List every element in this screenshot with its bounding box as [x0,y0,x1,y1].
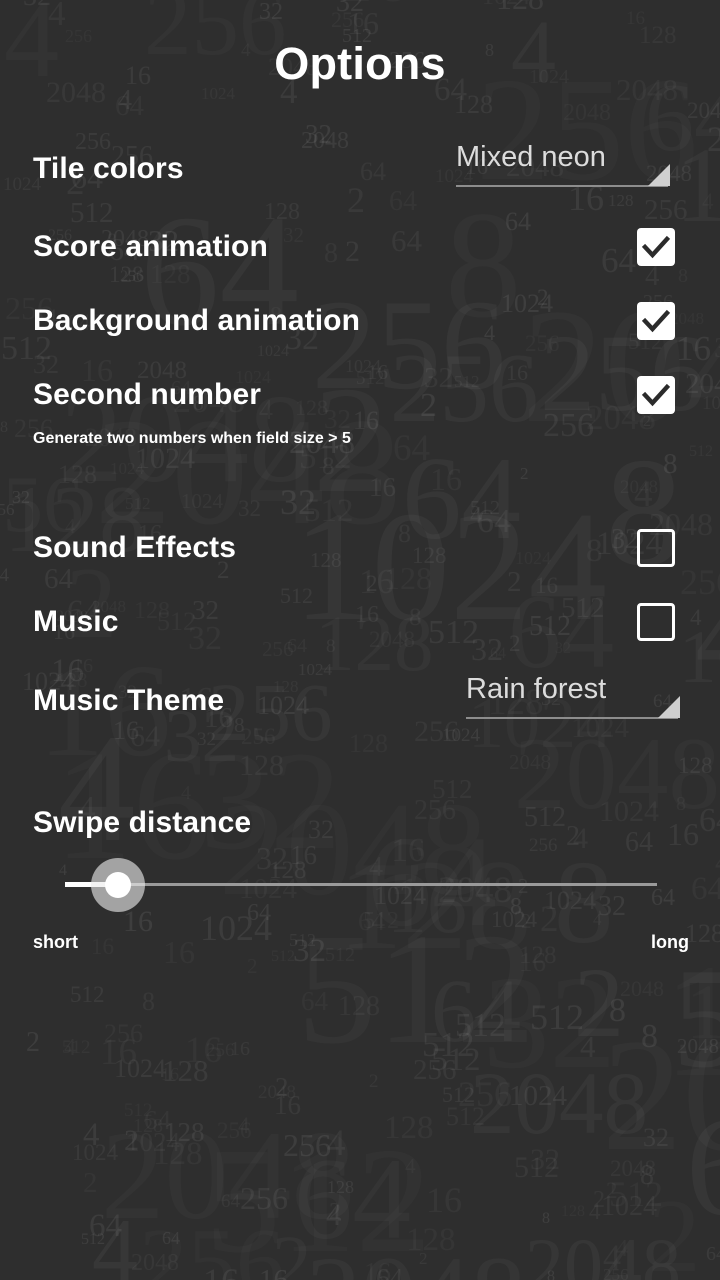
page-title: Options [274,38,446,89]
swipe-distance-slider-thumb[interactable] [105,872,131,898]
slider-max-label: long [651,932,689,952]
checkbox-background-animation[interactable] [637,302,675,340]
row-label-sound-effects: Sound Effects [33,531,236,564]
chevron-down-icon [658,696,680,718]
tile-colors-spinner-value: Mixed neon [456,141,606,173]
checkbox-second-number[interactable] [637,376,675,414]
slider-min-label: short [33,932,78,952]
row-label-swipe-distance: Swipe distance [33,806,252,839]
row-background-animation[interactable]: Background animation [0,298,720,344]
row-score-animation[interactable]: Score animation [0,224,720,270]
spinner-underline [466,717,678,719]
row-second-number[interactable]: Second number [0,372,720,418]
music-theme-spinner-value: Rain forest [466,673,607,705]
tile-colors-spinner[interactable]: Mixed neon [456,141,670,193]
music-theme-spinner[interactable]: Rain forest [466,673,680,725]
row-label-score-animation: Score animation [33,230,268,263]
row-music[interactable]: Music [0,599,720,645]
check-icon [641,383,671,407]
checkbox-sound-effects[interactable] [637,529,675,567]
row-label-second-number: Second number [33,378,261,411]
checkbox-score-animation[interactable] [637,228,675,266]
row-label-music: Music [33,605,119,638]
chevron-down-icon [648,164,670,186]
second-number-subtitle: Generate two numbers when field size > 5 [33,430,351,447]
spinner-underline [456,185,668,187]
row-sound-effects[interactable]: Sound Effects [0,525,720,571]
row-label-tile-colors: Tile colors [33,152,184,185]
row-label-background-animation: Background animation [33,304,361,337]
check-icon [641,235,671,259]
options-screen: 3281024642322561282204851251232512643212… [0,0,720,1280]
checkbox-music[interactable] [637,603,675,641]
swipe-distance-slider-track[interactable] [65,883,657,886]
row-swipe-distance: Swipe distance [0,800,720,846]
check-icon [641,309,671,333]
options-content: Options Tile colors Mixed neon Score ani… [0,0,720,1280]
row-label-music-theme: Music Theme [33,684,225,717]
row-tile-colors[interactable]: Tile colors Mixed neon [0,141,720,192]
row-music-theme[interactable]: Music Theme Rain forest [0,673,720,724]
